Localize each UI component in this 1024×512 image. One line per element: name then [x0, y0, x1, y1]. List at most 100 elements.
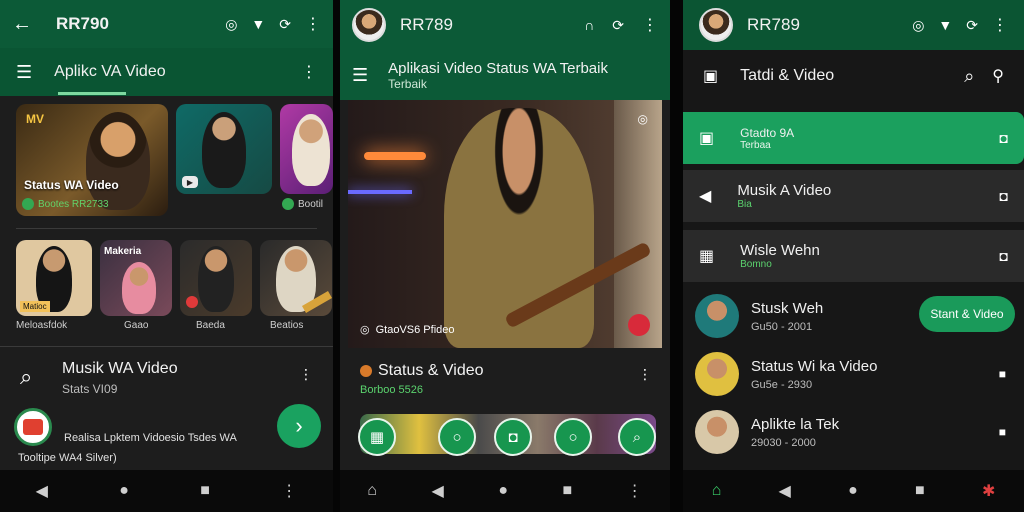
avatar: [695, 352, 739, 396]
whatsapp-icon[interactable]: ◎: [912, 17, 924, 34]
menu-item-whisle[interactable]: ▦ Wisle Wehn Bomno ◘: [683, 230, 1024, 282]
more-icon[interactable]: ⋮: [299, 366, 313, 383]
search-icon: ⌕: [20, 364, 33, 389]
more-icon[interactable]: ⋮: [992, 15, 1008, 35]
section-title: Status & Video: [378, 362, 484, 379]
featured-video-card[interactable]: MV Status WA Video Bootes RR2733: [16, 104, 168, 216]
camera-icon[interactable]: ■: [999, 367, 1006, 381]
app-title: RR789: [400, 15, 453, 34]
nav-home-icon[interactable]: ●: [848, 482, 858, 500]
play-icon: ▶: [182, 176, 198, 188]
divider: [16, 228, 317, 229]
video-thumbnail[interactable]: [260, 240, 332, 316]
toolbar: ▣ Tatdi & Video ⌕ ⚲: [683, 50, 1024, 102]
contact-item[interactable]: Status Wi ka Video Gu5e - 2930 ■: [683, 346, 1024, 402]
nav-home-icon[interactable]: ●: [119, 482, 129, 500]
person-image: [292, 114, 330, 186]
video-thumbnail[interactable]: Makeria: [100, 240, 172, 316]
video-thumbnail[interactable]: [280, 104, 333, 194]
status-bar: ← RR790 ◎ ▼ ⟳ ⋮: [0, 0, 333, 48]
nav-home-outline-icon[interactable]: ⌂: [712, 482, 722, 500]
menu-item-music[interactable]: ◀ Musik A Video Bia ◘: [683, 170, 1024, 222]
app-icon-inner: [23, 419, 43, 435]
hero-video[interactable]: ◎ ◎ GtaoVS6 Pfideo: [348, 100, 662, 348]
neon-light: [348, 190, 412, 194]
more-icon[interactable]: ⋮: [305, 14, 321, 34]
info-icon[interactable]: ◎: [638, 112, 648, 126]
back-arrow-icon[interactable]: ←: [12, 13, 32, 36]
share-icon[interactable]: ⟳: [612, 17, 624, 34]
menu-icon[interactable]: ☰: [352, 65, 368, 86]
footer-text: Tooltipe WA4 Silver): [18, 452, 117, 464]
list-item[interactable]: ⌕ Musik WA Video Stats VI09 ⋮: [0, 354, 333, 402]
chat-icon[interactable]: ◘: [1000, 130, 1008, 146]
nav-more-icon[interactable]: ⋮: [627, 481, 643, 501]
nav-back-icon[interactable]: ◀: [779, 481, 791, 501]
share-icon[interactable]: ⟳: [279, 16, 291, 33]
featured-badge: Bootes RR2733: [22, 198, 109, 210]
hero-caption: ◎ GtaoVS6 Pfideo: [360, 323, 455, 337]
chat-button[interactable]: ◘: [494, 418, 532, 456]
row-caption: Baeda: [196, 320, 225, 331]
avatar: [695, 410, 739, 454]
nav-back-icon[interactable]: ◀: [36, 481, 48, 501]
camera-icon[interactable]: ■: [999, 425, 1006, 439]
search-icon[interactable]: ⌕: [964, 66, 974, 87]
navigation-bar: ◀ ● ■ ⋮: [0, 470, 333, 512]
nav-settings-icon[interactable]: ✱: [982, 481, 995, 501]
nav-recents-icon[interactable]: ■: [200, 482, 210, 500]
guitarist-image: [202, 112, 246, 188]
contact-item[interactable]: Aplikte la Tek 29030 - 2000 ■: [683, 404, 1024, 460]
wifi-icon: ▼: [938, 17, 953, 33]
phone-gap: [670, 0, 683, 512]
record-button[interactable]: ○: [554, 418, 592, 456]
next-fab-button[interactable]: ›: [277, 404, 321, 448]
logo-text: MV: [26, 112, 44, 126]
app-icon[interactable]: [14, 408, 52, 446]
grid-button[interactable]: ▦: [358, 418, 396, 456]
folder-icon[interactable]: ▣: [703, 66, 718, 86]
section-icon: [360, 365, 372, 377]
key-icon[interactable]: ⚲: [992, 66, 1004, 86]
divider: [0, 346, 333, 347]
whatsapp-icon[interactable]: ◎: [225, 16, 237, 33]
menu-item-status[interactable]: ▣ Gtadto 9A Terbaa ◘: [683, 112, 1024, 164]
chat-icon[interactable]: ◘: [1000, 188, 1008, 204]
toolbar: ☰ Aplikasi Video Status WA Terbaik Terba…: [340, 50, 670, 100]
nav-recents-icon[interactable]: ■: [915, 482, 925, 500]
row-caption: Gaao: [124, 320, 149, 331]
headset-icon[interactable]: ∩: [584, 17, 594, 33]
lamp-light: [364, 152, 426, 160]
nav-back-icon[interactable]: ◀: [431, 481, 443, 501]
caption-icon: ◎: [360, 324, 370, 336]
share-icon[interactable]: ⟳: [966, 17, 978, 34]
status-bar: RR789 ∩ ⟳ ⋮: [340, 0, 670, 50]
toolbar-title: Aplikasi Video Status WA Terbaik: [388, 59, 608, 77]
chat-icon[interactable]: ◘: [1000, 248, 1008, 264]
circle-button[interactable]: ○: [438, 418, 476, 456]
video-thumbnail[interactable]: ▶: [176, 104, 272, 194]
list-subtitle: Stats VI09: [62, 382, 118, 396]
avatar[interactable]: [352, 8, 386, 42]
video-thumbnail[interactable]: [180, 240, 252, 316]
thumb-label: Matioc: [20, 301, 50, 312]
chevron-right-icon: ›: [295, 413, 303, 438]
nav-more-icon[interactable]: ⋮: [281, 481, 297, 501]
nav-recents-icon[interactable]: ■: [563, 482, 573, 500]
more-icon[interactable]: ⋮: [642, 15, 658, 35]
more-icon[interactable]: ⋮: [638, 366, 652, 383]
nav-home-icon[interactable]: ●: [498, 482, 508, 500]
video-thumbnail[interactable]: Matioc: [16, 240, 92, 316]
status-video-pill-button[interactable]: Stant & Video: [919, 296, 1015, 332]
search-button[interactable]: ⌕: [618, 418, 656, 456]
record-icon: [186, 296, 198, 308]
record-icon[interactable]: [628, 314, 650, 336]
menu-icon[interactable]: ☰: [16, 62, 32, 83]
nav-home-outline-icon[interactable]: ⌂: [367, 482, 377, 500]
row-caption: Meloasfdok: [16, 320, 68, 331]
more-icon[interactable]: ⋮: [301, 62, 317, 82]
avatar[interactable]: [699, 8, 733, 42]
person-image: [122, 262, 156, 314]
badge-icon: [282, 198, 294, 210]
badge-icon: [22, 198, 34, 210]
